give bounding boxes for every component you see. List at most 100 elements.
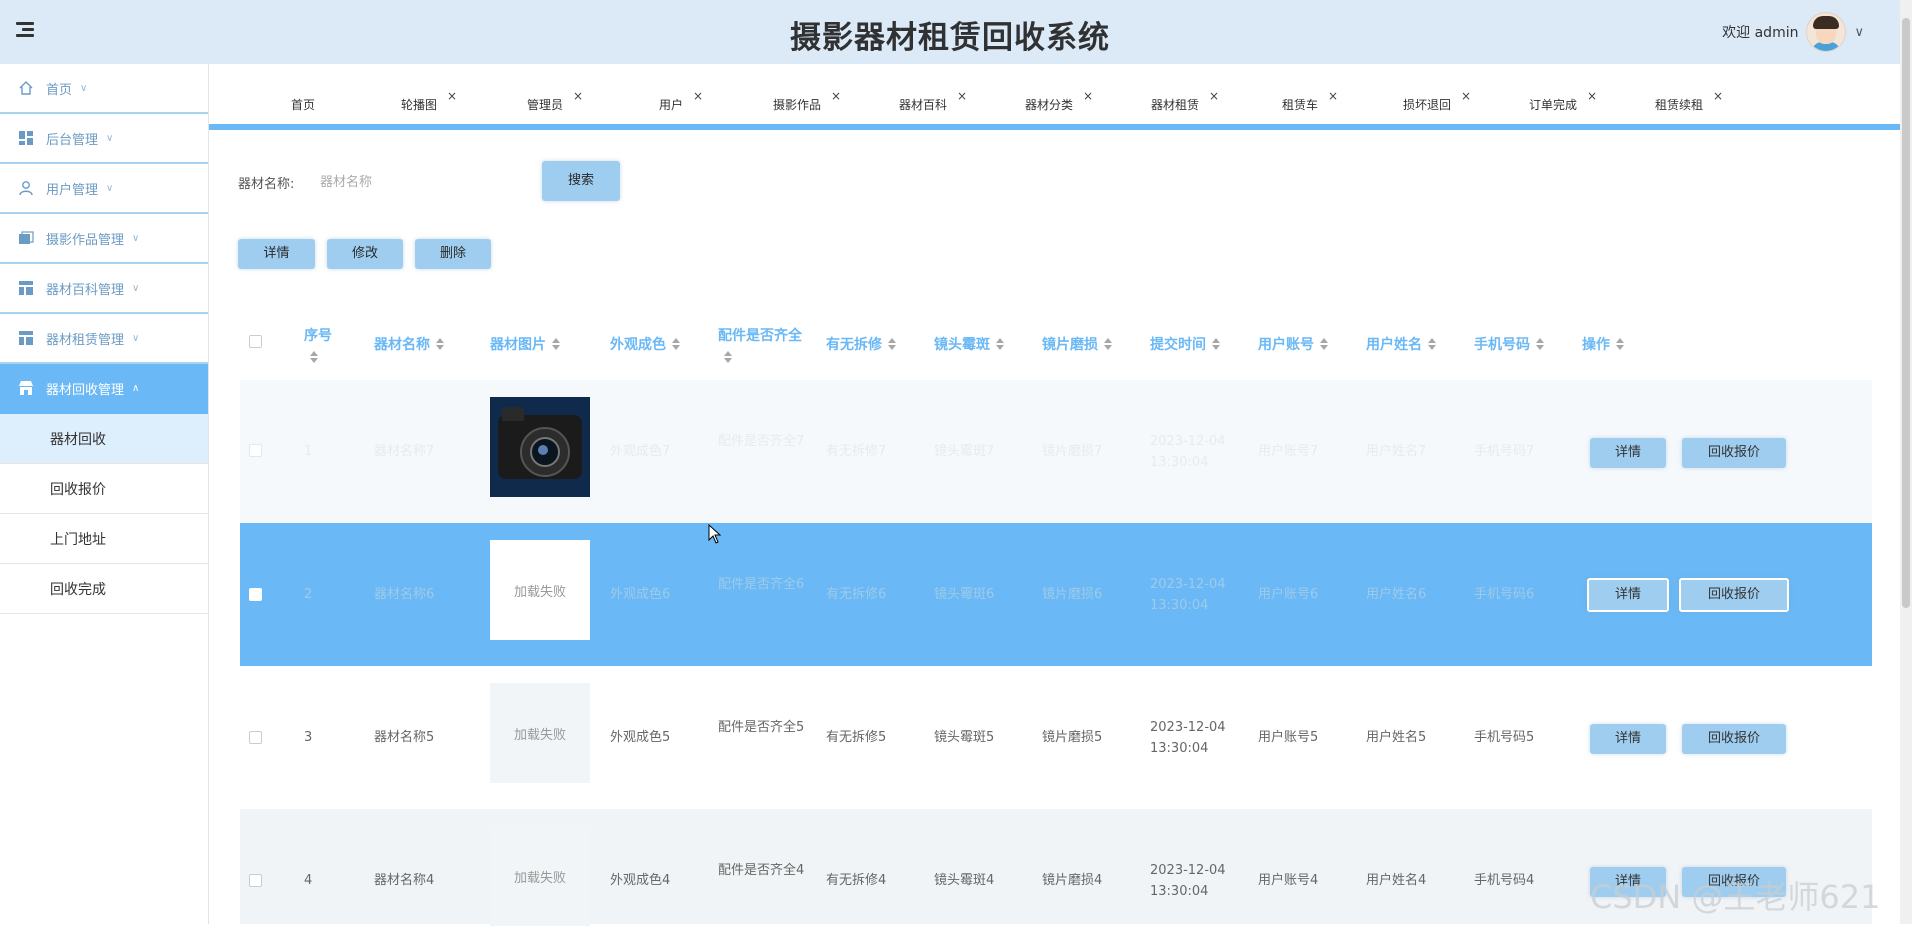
column-header[interactable]: 外观成色 <box>610 308 680 380</box>
equipment-image[interactable]: 加载失败 <box>490 683 590 783</box>
close-icon[interactable]: × <box>1083 89 1093 103</box>
tab-label: 损坏退回 <box>1403 98 1452 112</box>
row-quote-button[interactable]: 回收报价 <box>1682 724 1786 754</box>
select-all-checkbox[interactable] <box>249 335 262 348</box>
column-header[interactable]: 器材图片 <box>490 308 560 380</box>
close-icon[interactable]: × <box>1328 89 1338 103</box>
tab-order-complete[interactable]: 订单完成 × <box>1529 89 1597 113</box>
chevron-down-icon[interactable]: ∨ <box>1854 25 1864 40</box>
table-header: 序号 器材名称 器材图片 外观成色 配件是否齐全 有无拆修 镜头霉斑 镜片磨损 … <box>240 308 1872 381</box>
lens-mold: 镜头霉斑6 <box>934 587 995 602</box>
column-header[interactable]: 序号 <box>304 308 332 380</box>
sort-icon[interactable] <box>724 351 732 363</box>
edit-button[interactable]: 修改 <box>327 239 403 269</box>
column-header[interactable]: 提交时间 <box>1150 308 1220 380</box>
sidebar-item-equipment-wiki[interactable]: 器材百科管理 ∨ <box>0 264 208 314</box>
sort-icon[interactable] <box>552 338 560 350</box>
sort-icon[interactable] <box>1428 338 1436 350</box>
row-detail-button[interactable]: 详情 <box>1590 724 1666 754</box>
close-icon[interactable]: × <box>957 89 967 103</box>
column-label: 镜头霉斑 <box>934 337 990 353</box>
equipment-name: 器材名称6 <box>374 587 435 602</box>
row-quote-button[interactable]: 回收报价 <box>1682 438 1786 468</box>
row-detail-button[interactable]: 详情 <box>1590 438 1666 468</box>
row-checkbox[interactable] <box>249 731 262 744</box>
close-icon[interactable]: × <box>447 89 457 103</box>
tab-users[interactable]: 用户 × <box>659 89 703 113</box>
column-header[interactable]: 有无拆修 <box>826 308 896 380</box>
tab-home[interactable]: 首页 <box>291 96 315 113</box>
equipment-image[interactable]: 加载失败 <box>490 826 590 926</box>
sidebar-item-photo-works[interactable]: 摄影作品管理 ∨ <box>0 214 208 264</box>
close-icon[interactable]: × <box>693 89 703 103</box>
table-row[interactable]: 2 器材名称6 加载失败 外观成色6 配件是否齐全6 有无拆修6 镜头霉斑6 镜… <box>240 523 1872 666</box>
tab-rental-renew[interactable]: 租赁续租 × <box>1655 89 1723 113</box>
sort-icon[interactable] <box>1616 338 1624 350</box>
sort-icon[interactable] <box>672 338 680 350</box>
avatar[interactable] <box>1806 12 1847 52</box>
row-checkbox[interactable] <box>249 588 262 601</box>
scrollbar-thumb[interactable] <box>1902 18 1910 608</box>
sort-icon[interactable] <box>1212 338 1220 350</box>
close-icon[interactable]: × <box>1461 89 1471 103</box>
column-header[interactable]: 镜片磨损 <box>1042 308 1112 380</box>
equipment-image[interactable] <box>490 397 590 497</box>
user-name: 用户姓名5 <box>1366 730 1427 745</box>
sort-icon[interactable] <box>996 338 1004 350</box>
search-input[interactable] <box>318 166 522 198</box>
sidebar-subitem-address[interactable]: 上门地址 <box>0 514 208 564</box>
column-header[interactable]: 镜头霉斑 <box>934 308 1004 380</box>
sidebar-subitem-recycle[interactable]: 器材回收 <box>0 414 208 464</box>
close-icon[interactable]: × <box>1713 89 1723 103</box>
sort-icon[interactable] <box>1104 338 1112 350</box>
lens-wear: 镜片磨损4 <box>1042 873 1103 888</box>
sidebar-subitem-quote[interactable]: 回收报价 <box>0 464 208 514</box>
user-account: 用户账号7 <box>1258 444 1319 459</box>
close-icon[interactable]: × <box>573 89 583 103</box>
row-quote-button[interactable]: 回收报价 <box>1679 578 1789 612</box>
sidebar-subitem-complete[interactable]: 回收完成 <box>0 564 208 614</box>
search-button[interactable]: 搜索 <box>542 161 620 201</box>
close-icon[interactable]: × <box>1209 89 1219 103</box>
sort-icon[interactable] <box>436 338 444 350</box>
row-checkbox[interactable] <box>249 444 262 457</box>
row-checkbox[interactable] <box>249 874 262 887</box>
delete-button[interactable]: 删除 <box>415 239 491 269</box>
column-header[interactable]: 用户账号 <box>1258 308 1328 380</box>
tab-equipment-category[interactable]: 器材分类 × <box>1025 89 1093 113</box>
appearance: 外观成色6 <box>610 587 671 602</box>
sidebar-item-users[interactable]: 用户管理 ∨ <box>0 164 208 214</box>
detail-button[interactable]: 详情 <box>238 239 315 269</box>
row-detail-button[interactable]: 详情 <box>1587 578 1669 612</box>
sort-icon[interactable] <box>1536 338 1544 350</box>
sort-icon[interactable] <box>888 338 896 350</box>
column-label: 用户姓名 <box>1366 337 1422 353</box>
column-header[interactable]: 配件是否齐全 <box>718 308 802 380</box>
close-icon[interactable]: × <box>831 89 841 103</box>
submit-time: 2023-12-04 13:30:04 <box>1150 434 1226 470</box>
tab-rental-cart[interactable]: 租赁车 × <box>1282 89 1338 113</box>
tab-photo-works[interactable]: 摄影作品 × <box>773 89 841 113</box>
top-header: 摄影器材租赁回收系统 欢迎 admin ∨ <box>0 0 1900 64</box>
tab-equipment-rental[interactable]: 器材租赁 × <box>1151 89 1219 113</box>
column-header[interactable]: 操作 <box>1582 308 1624 380</box>
sort-icon[interactable] <box>310 351 318 363</box>
table-row[interactable]: 3 器材名称5 加载失败 外观成色5 配件是否齐全5 有无拆修5 镜头霉斑5 镜… <box>240 666 1872 809</box>
column-header[interactable]: 器材名称 <box>374 308 444 380</box>
column-header[interactable]: 手机号码 <box>1474 308 1544 380</box>
sidebar-item-equipment-recycle[interactable]: 器材回收管理 ∧ <box>0 364 208 414</box>
sidebar-item-equipment-rental[interactable]: 器材租赁管理 ∨ <box>0 314 208 364</box>
table-row[interactable]: 1 器材名称7 外观成色7 配件是否齐全7 有无拆修7 镜头霉斑7 镜片磨损7 … <box>240 380 1872 523</box>
tab-admins[interactable]: 管理员 × <box>527 89 583 113</box>
tab-equipment-wiki[interactable]: 器材百科 × <box>899 89 967 113</box>
sidebar-item-home[interactable]: 首页 ∨ <box>0 64 208 114</box>
column-header[interactable]: 用户姓名 <box>1366 308 1436 380</box>
close-icon[interactable]: × <box>1587 89 1597 103</box>
equipment-image[interactable]: 加载失败 <box>490 540 590 640</box>
sidebar-item-label: 后台管理 <box>46 132 99 148</box>
sort-icon[interactable] <box>1320 338 1328 350</box>
sidebar-item-admin[interactable]: 后台管理 ∨ <box>0 114 208 164</box>
tab-carousel[interactable]: 轮播图 × <box>401 89 457 113</box>
tab-damage-return[interactable]: 损坏退回 × <box>1403 89 1471 113</box>
user-menu[interactable]: 欢迎 admin ∨ <box>1722 12 1864 52</box>
